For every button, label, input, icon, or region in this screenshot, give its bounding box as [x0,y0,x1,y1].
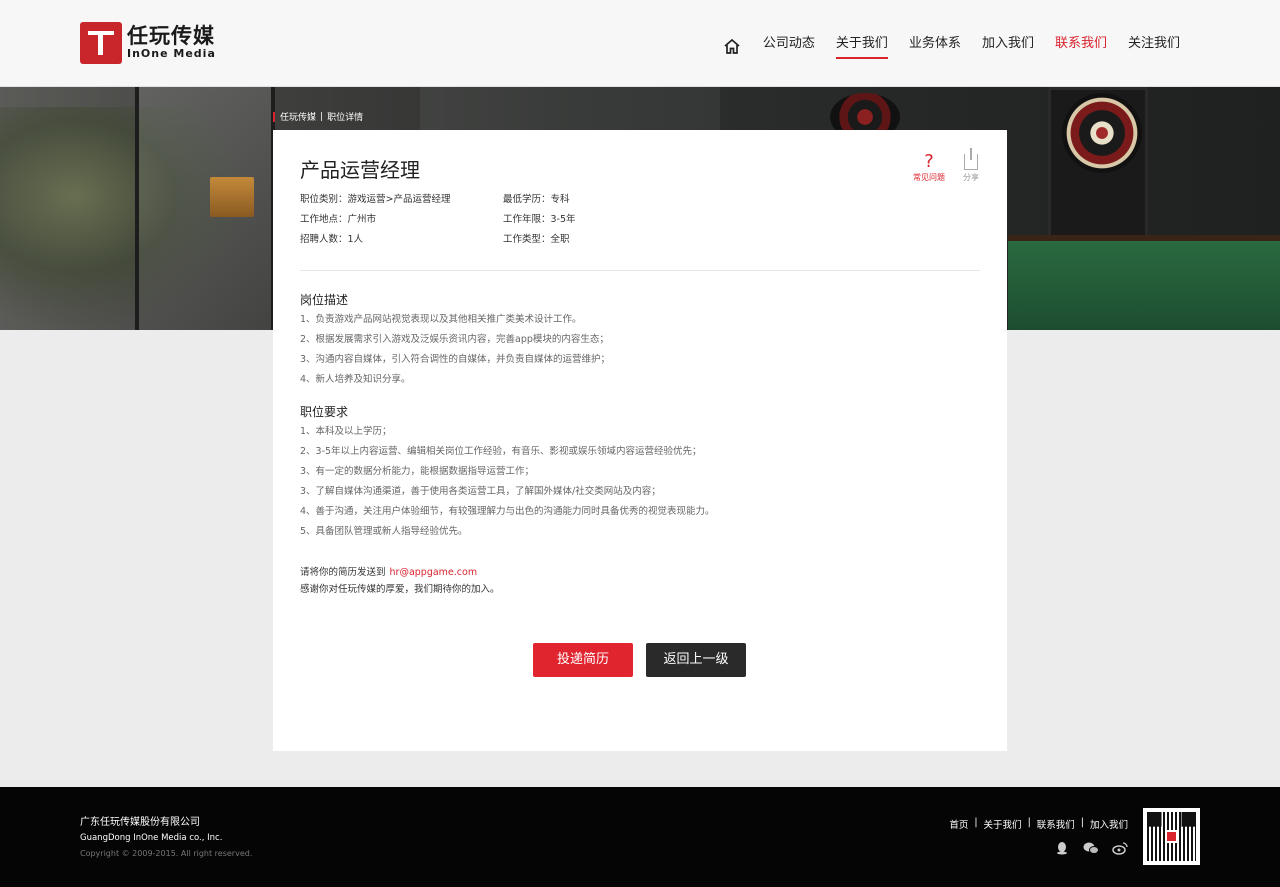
info-headcount: 招聘人数：1人 [300,234,364,245]
social-icons [1041,841,1128,855]
footer-link-about[interactable]: 关于我们 [984,817,1022,831]
site-header: 任玩传媒 InOne Media 公司动态 关于我们 业务体系 加入我们 联系我… [0,0,1280,87]
description-title: 岗位描述 [300,293,349,307]
home-icon[interactable] [723,38,741,54]
footer-links: 首页 | 关于我们 | 联系我们 | 加入我们 [949,817,1128,831]
back-button[interactable]: 返回上一级 [646,643,746,677]
contact-info: 请将你的简历发送到 hr@appgame.com 感谢你对任玩传媒的厚爱，我们期待… [300,564,500,598]
logo[interactable]: 任玩传媒 InOne Media [80,22,216,64]
email-link[interactable]: hr@appgame.com [390,567,478,578]
nav-item-business[interactable]: 业务体系 [909,32,961,59]
nav-item-join[interactable]: 加入我们 [982,32,1034,59]
footer-link-contact[interactable]: 联系我们 [1037,817,1075,831]
weibo-icon[interactable] [1112,841,1128,855]
description-item: 4、新人培养及知识分享。 [300,374,411,385]
share-icon [964,148,978,170]
job-info: 职位类别：游戏运营>产品运营经理 最低学历：专科 工作地点：广州市 工作年限：3… [300,194,740,254]
footer-link-join[interactable]: 加入我们 [1090,817,1128,831]
copyright: Copyright © 2009-2015. All right reserve… [80,849,253,858]
requirement-item: 3、有一定的数据分析能力，能根据数据指导运营工作； [300,466,535,477]
requirement-item: 3、了解自媒体沟通渠道，善于使用各类运营工具，了解国外媒体/社交类网站及内容； [300,486,661,497]
requirement-item: 5、具备团队管理或新人指导经验优先。 [300,526,468,537]
footer-separator: | [1080,817,1084,828]
lamp-decoration [210,177,254,217]
requirements-title: 职位要求 [300,405,349,419]
thanks-text: 感谢你对任玩传媒的厚爱，我们期待你的加入。 [300,584,500,595]
nav-item-about[interactable]: 关于我们 [835,32,888,59]
info-category: 职位类别：游戏运营>产品运营经理 [300,194,451,205]
description-item: 3、沟通内容自媒体，引入符合调性的自媒体，并负责自媒体的运营维护； [300,354,611,365]
nav-item-follow[interactable]: 关注我们 [1128,32,1180,59]
footer-separator: | [1027,817,1031,828]
breadcrumb-separator: | [320,111,324,122]
dartboard-decoration [1062,93,1142,173]
requirement-item: 2、3-5年以上内容运营、编辑相关岗位工作经验，有音乐、影视或娱乐领域内容运营经… [300,446,702,457]
qr-logo [1165,830,1178,843]
divider [300,270,980,271]
nav-item-news[interactable]: 公司动态 [763,32,815,59]
window-decoration [135,87,275,330]
job-detail-card: 产品运营经理 ? 常见问题 分享 职位类别：游戏运营>产品运营经理 最低学历：专… [273,130,1007,751]
apply-button[interactable]: 投递简历 [533,643,633,677]
faq-button[interactable]: ? 常见问题 [913,152,945,183]
site-footer: 广东任玩传媒股份有限公司 GuangDong InOne Media co., … [0,787,1280,887]
logo-en: InOne Media [127,47,216,60]
info-row: 工作地点：广州市 工作年限：3-5年 [300,214,740,234]
company-name-en: GuangDong InOne Media co., Inc. [80,833,223,843]
nav-item-contact[interactable]: 联系我们 [1055,32,1107,59]
description-section: 岗位描述 1、负责游戏产品网站视觉表现以及其他相关推广类美术设计工作。 2、根据… [300,290,980,390]
requirements-section: 职位要求 1、本科及以上学历； 2、3-5年以上内容运营、编辑相关岗位工作经验，… [300,402,980,542]
logo-text: 任玩传媒 InOne Media [127,25,216,61]
company-name-cn: 广东任玩传媒股份有限公司 [80,817,200,828]
info-row: 招聘人数：1人 工作类型：全职 [300,234,740,254]
company-info: 广东任玩传媒股份有限公司 GuangDong InOne Media co., … [80,815,252,862]
info-location: 工作地点：广州市 [300,214,377,225]
logo-cn: 任玩传媒 [127,24,215,48]
contact-line: 请将你的简历发送到 hr@appgame.com [300,564,500,581]
qr-code [1143,808,1200,865]
faq-label: 常见问题 [913,173,945,182]
pool-table-decoration [1008,235,1280,330]
breadcrumb-marker [273,111,275,122]
info-experience: 工作年限：3-5年 [503,214,576,225]
description-item: 2、根据发展需求引入游戏及泛娱乐资讯内容，完善app模块的内容生态； [300,334,609,345]
job-title: 产品运营经理 [300,158,420,182]
qr-pattern [1147,812,1196,861]
breadcrumb: 任玩传媒 | 职位详情 [273,110,363,123]
description-item: 1、负责游戏产品网站视觉表现以及其他相关推广类美术设计工作。 [300,314,582,325]
requirement-item: 1、本科及以上学历； [300,426,392,437]
breadcrumb-current: 职位详情 [327,113,364,123]
footer-separator: | [974,817,978,828]
logo-seal-icon [80,22,122,64]
share-label: 分享 [963,173,979,182]
info-row: 职位类别：游戏运营>产品运营经理 最低学历：专科 [300,194,740,214]
requirement-item: 4、善于沟通，关注用户体验细节，有较强理解力与出色的沟通能力同时具备优秀的视觉表… [300,506,715,517]
share-button[interactable]: 分享 [963,148,979,183]
info-job-type: 工作类型：全职 [503,234,570,245]
footer-link-home[interactable]: 首页 [949,817,968,831]
wechat-icon[interactable] [1083,841,1099,855]
question-icon: ? [924,151,934,172]
qq-icon[interactable] [1054,841,1070,855]
breadcrumb-home[interactable]: 任玩传媒 [280,110,316,123]
contact-prefix: 请将你的简历发送到 [300,567,386,578]
main-nav: 公司动态 关于我们 业务体系 加入我们 联系我们 关注我们 [723,32,1180,59]
info-education: 最低学历：专科 [503,194,570,205]
